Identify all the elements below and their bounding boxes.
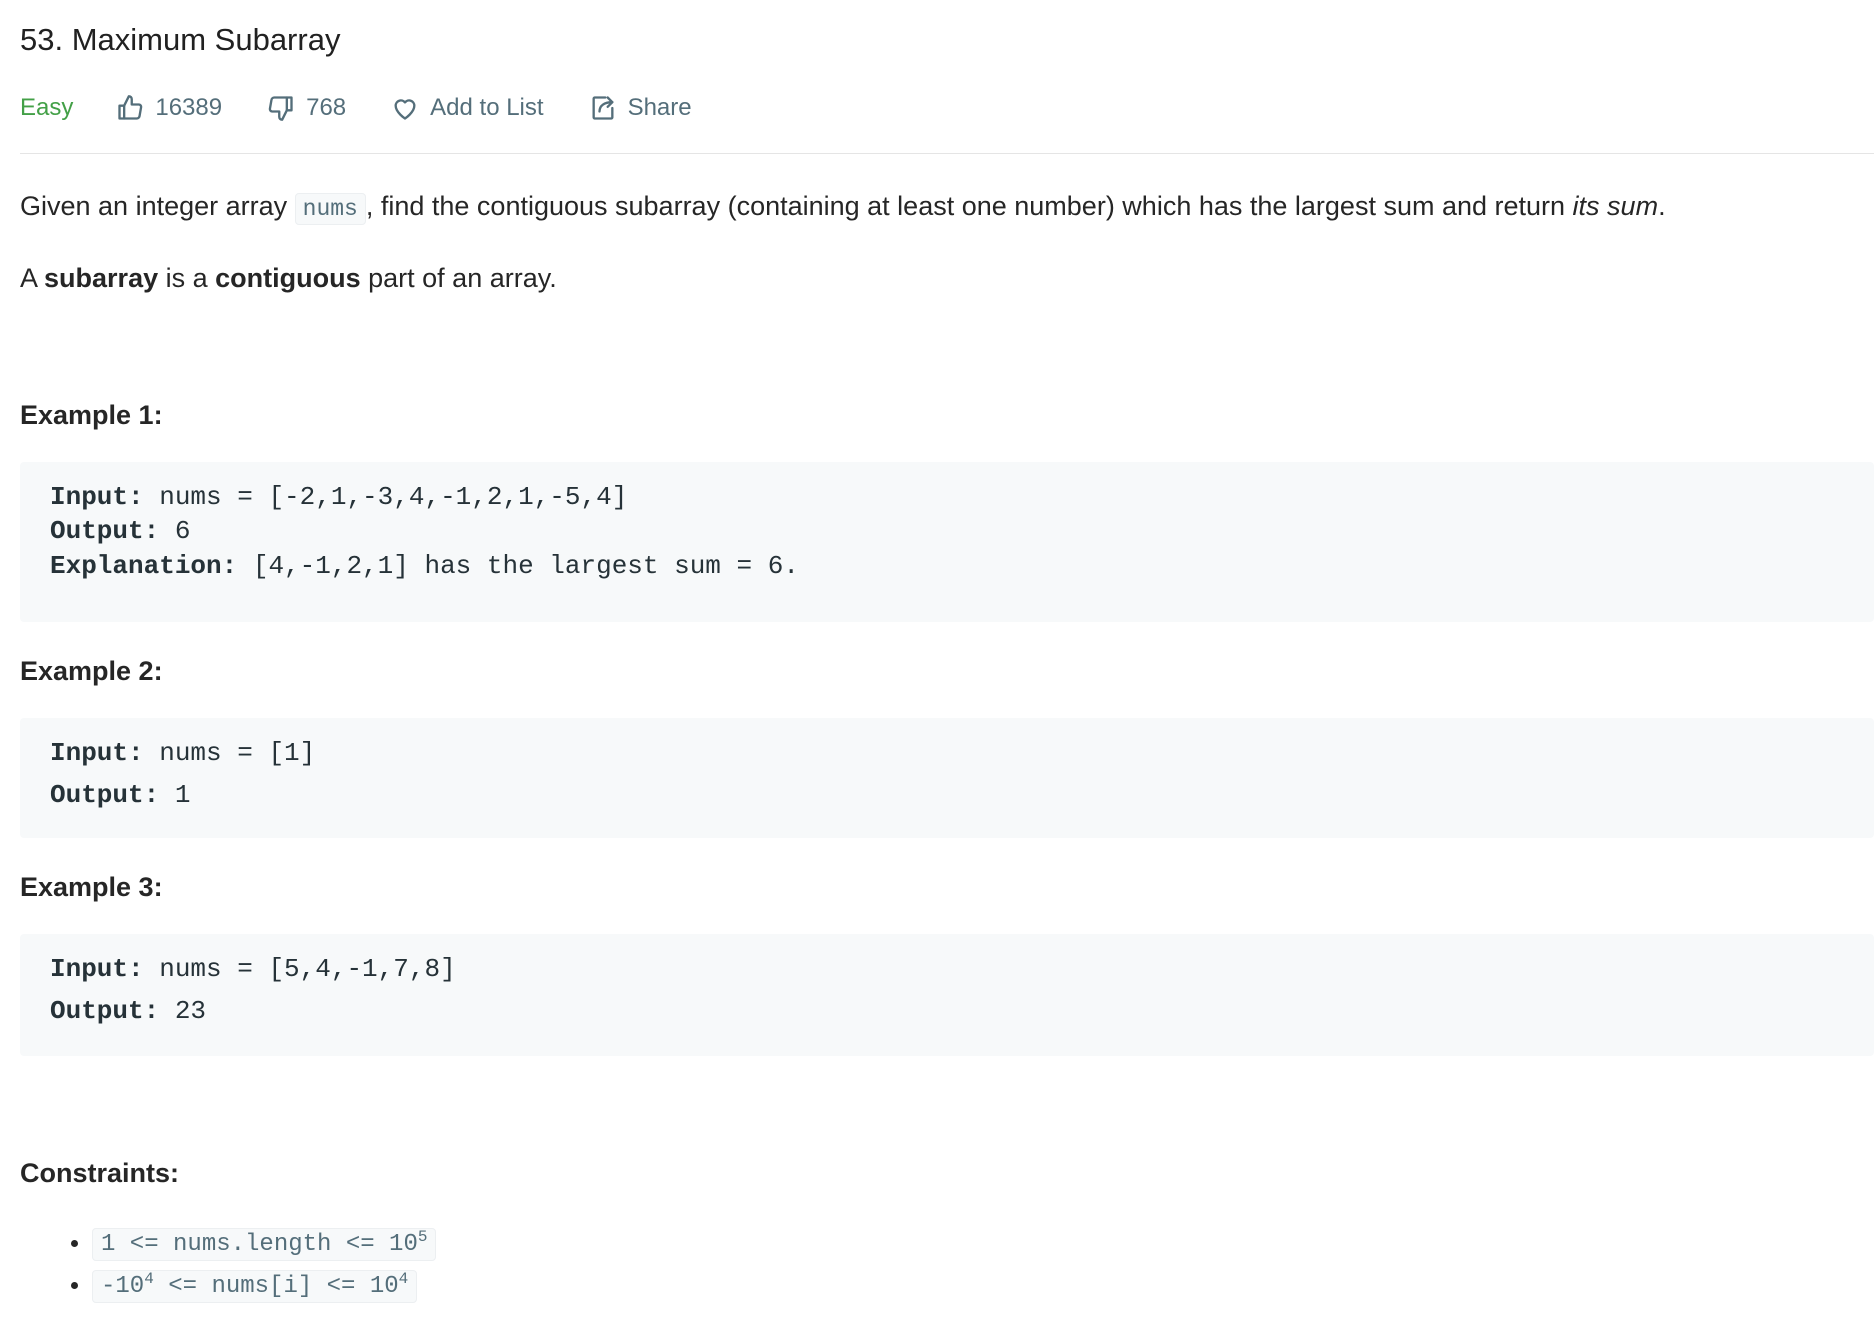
constraint-item: 1 <= nums.length <= 105 [92, 1222, 437, 1264]
description-text: , find the contiguous subarray (containi… [365, 191, 1573, 221]
description-emphasis: its sum [1572, 191, 1659, 221]
output-label: Output: [50, 516, 160, 546]
example-heading: Example 1: [20, 400, 163, 430]
output-label: Output: [50, 996, 160, 1026]
definition-bold: contiguous [215, 263, 361, 293]
inline-code-nums: nums [294, 193, 366, 225]
input-value: nums = [5,4,-1,7,8] [143, 954, 456, 984]
thumbs-down-icon [266, 93, 296, 123]
like-button[interactable]: 16389 [115, 93, 222, 123]
constraint-exponent: 4 [398, 1270, 409, 1288]
example-code-block: Input: nums = [1] Output: 1 [20, 718, 1874, 838]
problem-meta-bar: Easy 16389 768 Add to List Share [20, 90, 736, 126]
input-value: nums = [-2,1,-3,4,-1,2,1,-5,4] [143, 482, 628, 512]
description-text: Given an integer array [20, 191, 295, 221]
example-output-line: Output: 1 [50, 780, 190, 810]
definition-text: is a [158, 263, 216, 293]
definition-text: A [20, 263, 45, 293]
constraint-text: <= nums[i] <= 10 [153, 1273, 399, 1300]
output-value: 1 [159, 780, 191, 810]
output-value: 6 [159, 516, 191, 546]
output-label: Output: [50, 780, 160, 810]
example-heading: Example 2: [20, 656, 163, 686]
constraint-item: -104 <= nums[i] <= 104 [92, 1264, 436, 1306]
constraint-code: -104 <= nums[i] <= 104 [92, 1270, 418, 1303]
constraint-text: -10 [101, 1273, 145, 1300]
example-explanation-line: Explanation: [4,-1,2,1] has the largest … [50, 551, 799, 581]
add-to-list-button[interactable]: Add to List [390, 93, 544, 123]
share-button[interactable]: Share [588, 93, 692, 123]
input-label: Input: [50, 738, 144, 768]
like-count: 16389 [155, 94, 223, 121]
definition-paragraph: A subarray is a contiguous part of an ar… [20, 260, 557, 296]
example-code-block: Input: nums = [-2,1,-3,4,-1,2,1,-5,4] Ou… [20, 462, 1874, 622]
output-value: 23 [159, 996, 207, 1026]
header-divider [20, 153, 1874, 154]
constraint-exponent: 5 [417, 1228, 428, 1246]
example-heading: Example 3: [20, 872, 163, 902]
definition-bold: subarray [44, 263, 159, 293]
example-output-line: Output: 6 [50, 516, 190, 546]
constraints-heading: Constraints: [20, 1158, 180, 1188]
input-label: Input: [50, 954, 144, 984]
thumbs-up-icon [115, 93, 145, 123]
example-code-block: Input: nums = [5,4,-1,7,8] Output: 23 [20, 934, 1874, 1056]
example-input-line: Input: nums = [1] [50, 738, 315, 768]
constraints-list: 1 <= nums.length <= 105 -104 <= nums[i] … [60, 1222, 437, 1306]
definition-text: part of an array. [360, 263, 557, 293]
description-text: . [1658, 191, 1666, 221]
input-label: Input: [50, 482, 144, 512]
explanation-value: [4,-1,2,1] has the largest sum = 6. [237, 551, 799, 581]
dislike-button[interactable]: 768 [266, 93, 346, 123]
constraint-code: 1 <= nums.length <= 105 [92, 1228, 437, 1261]
problem-title: 53. Maximum Subarray [20, 22, 341, 57]
example-input-line: Input: nums = [-2,1,-3,4,-1,2,1,-5,4] [50, 482, 627, 512]
share-icon [588, 93, 618, 123]
example-input-line: Input: nums = [5,4,-1,7,8] [50, 954, 456, 984]
dislike-count: 768 [306, 94, 347, 121]
share-label: Share [627, 94, 692, 121]
input-value: nums = [1] [143, 738, 316, 768]
explanation-label: Explanation: [50, 551, 238, 581]
example-output-line: Output: 23 [50, 996, 206, 1026]
difficulty-badge: Easy [20, 94, 74, 121]
heart-icon [390, 93, 420, 123]
add-to-list-label: Add to List [430, 94, 544, 121]
constraint-text: 1 <= nums.length <= 10 [101, 1231, 418, 1258]
description-paragraph: Given an integer array nums, find the co… [20, 188, 1666, 227]
constraint-exponent: 4 [144, 1270, 154, 1288]
